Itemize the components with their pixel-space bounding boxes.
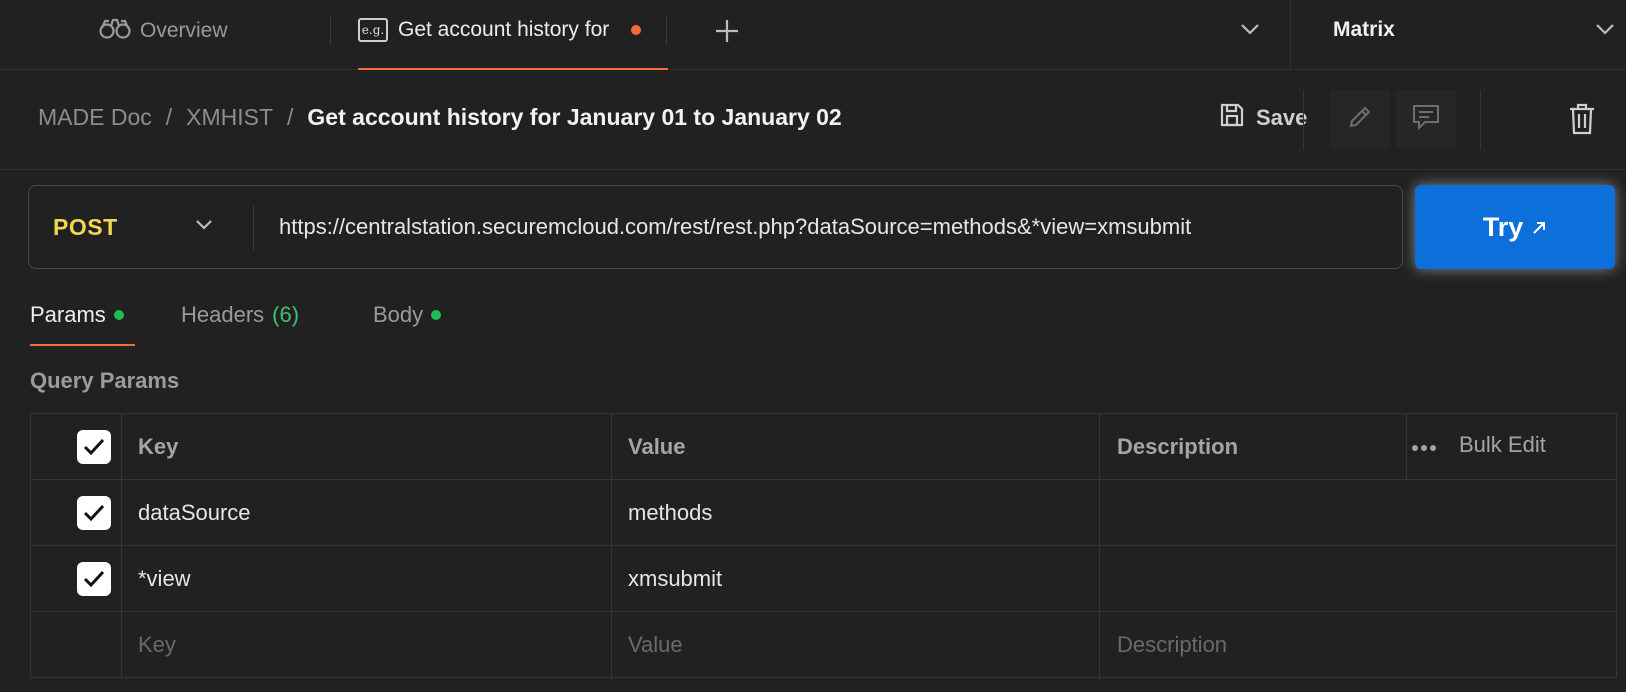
save-button[interactable]: Save	[1218, 100, 1307, 136]
chevron-down-icon[interactable]	[1240, 22, 1260, 41]
tab-params[interactable]: Params	[30, 302, 124, 328]
table-header-row: Key Value Description Bulk Edit	[31, 414, 1616, 480]
breadcrumb-folder[interactable]: XMHIST	[186, 104, 273, 131]
http-method-select[interactable]: POST	[53, 214, 118, 241]
edit-button[interactable]	[1330, 90, 1390, 148]
new-key-input[interactable]: Key	[138, 632, 176, 658]
param-checkbox[interactable]	[77, 496, 111, 530]
try-label: Try	[1482, 211, 1524, 242]
column-header-key: Key	[138, 434, 179, 459]
headers-count: (6)	[272, 302, 300, 327]
save-label: Save	[1256, 105, 1308, 130]
chevron-down-icon[interactable]	[195, 218, 213, 236]
param-value[interactable]: xmsubmit	[628, 566, 722, 592]
tab-bar: Overview e.g. Get account history for Ma…	[0, 0, 1626, 70]
tab-headers-label: Headers	[181, 302, 265, 327]
tab-params-label: Params	[30, 302, 106, 327]
param-checkbox[interactable]	[77, 562, 111, 596]
body-active-indicator	[431, 310, 442, 320]
table-row-new: Key Value Description	[31, 612, 1616, 678]
comment-icon	[1411, 103, 1441, 136]
bulk-edit-area: Bulk Edit	[1411, 432, 1546, 458]
breadcrumb-collection[interactable]: MADE Doc	[38, 104, 152, 131]
param-key[interactable]: *view	[138, 566, 191, 592]
page-title[interactable]: Get account history for January 01 to Ja…	[307, 104, 841, 131]
tab-overview[interactable]: Overview	[99, 14, 228, 48]
breadcrumb-separator: /	[287, 104, 294, 130]
unsaved-indicator	[631, 25, 642, 35]
tab-request-label: Get account history for	[398, 18, 610, 41]
trash-icon[interactable]	[1568, 102, 1596, 141]
column-divider	[1406, 414, 1407, 480]
try-button[interactable]: Try	[1415, 185, 1615, 269]
environment-selector[interactable]: Matrix	[1290, 0, 1626, 70]
request-header: MADE Doc / XMHIST / Get account history …	[0, 70, 1626, 170]
arrow-up-right-icon	[1531, 212, 1547, 243]
floppy-disk-icon	[1218, 101, 1246, 135]
column-header-value: Value	[628, 434, 686, 459]
ellipsis-icon[interactable]	[1411, 432, 1437, 458]
tab-body-label: Body	[373, 302, 424, 327]
table-row: *view xmsubmit	[31, 546, 1616, 612]
header-divider	[1480, 90, 1481, 150]
new-description-input[interactable]: Description	[1117, 632, 1227, 658]
table-row: dataSource methods	[31, 480, 1616, 546]
chevron-down-icon	[1595, 22, 1615, 41]
url-input[interactable]: https://centralstation.securemcloud.com/…	[279, 214, 1394, 240]
request-url-bar: POST https://centralstation.securemcloud…	[28, 185, 1403, 269]
tab-request-active[interactable]: e.g. Get account history for	[358, 10, 642, 50]
query-params-title: Query Params	[30, 368, 180, 393]
plus-icon[interactable]	[714, 18, 740, 49]
breadcrumb: MADE Doc / XMHIST / Get account history …	[38, 104, 842, 131]
param-key[interactable]: dataSource	[138, 500, 251, 526]
environment-name: Matrix	[1333, 18, 1395, 41]
param-value[interactable]: methods	[628, 500, 712, 526]
bulk-edit-button[interactable]: Bulk Edit	[1459, 432, 1546, 458]
method-divider	[253, 206, 254, 250]
eg-example-icon: e.g.	[358, 18, 388, 42]
tab-headers[interactable]: Headers (6)	[181, 302, 299, 328]
breadcrumb-separator: /	[165, 104, 173, 130]
header-divider	[1303, 90, 1304, 150]
binoculars-icon	[99, 16, 131, 46]
tab-body[interactable]: Body	[373, 302, 442, 328]
comment-button[interactable]	[1396, 90, 1456, 148]
tab-overview-label: Overview	[140, 19, 228, 42]
pencil-icon	[1346, 103, 1374, 136]
tab-divider	[666, 16, 667, 46]
params-active-indicator	[113, 310, 124, 320]
active-subtab-underline	[30, 344, 135, 346]
select-all-checkbox[interactable]	[77, 430, 111, 464]
query-params-table: Key Value Description Bulk Edit dataSour…	[30, 413, 1617, 679]
column-header-description: Description	[1117, 434, 1239, 459]
new-value-input[interactable]: Value	[628, 632, 683, 658]
tab-divider	[330, 16, 331, 46]
